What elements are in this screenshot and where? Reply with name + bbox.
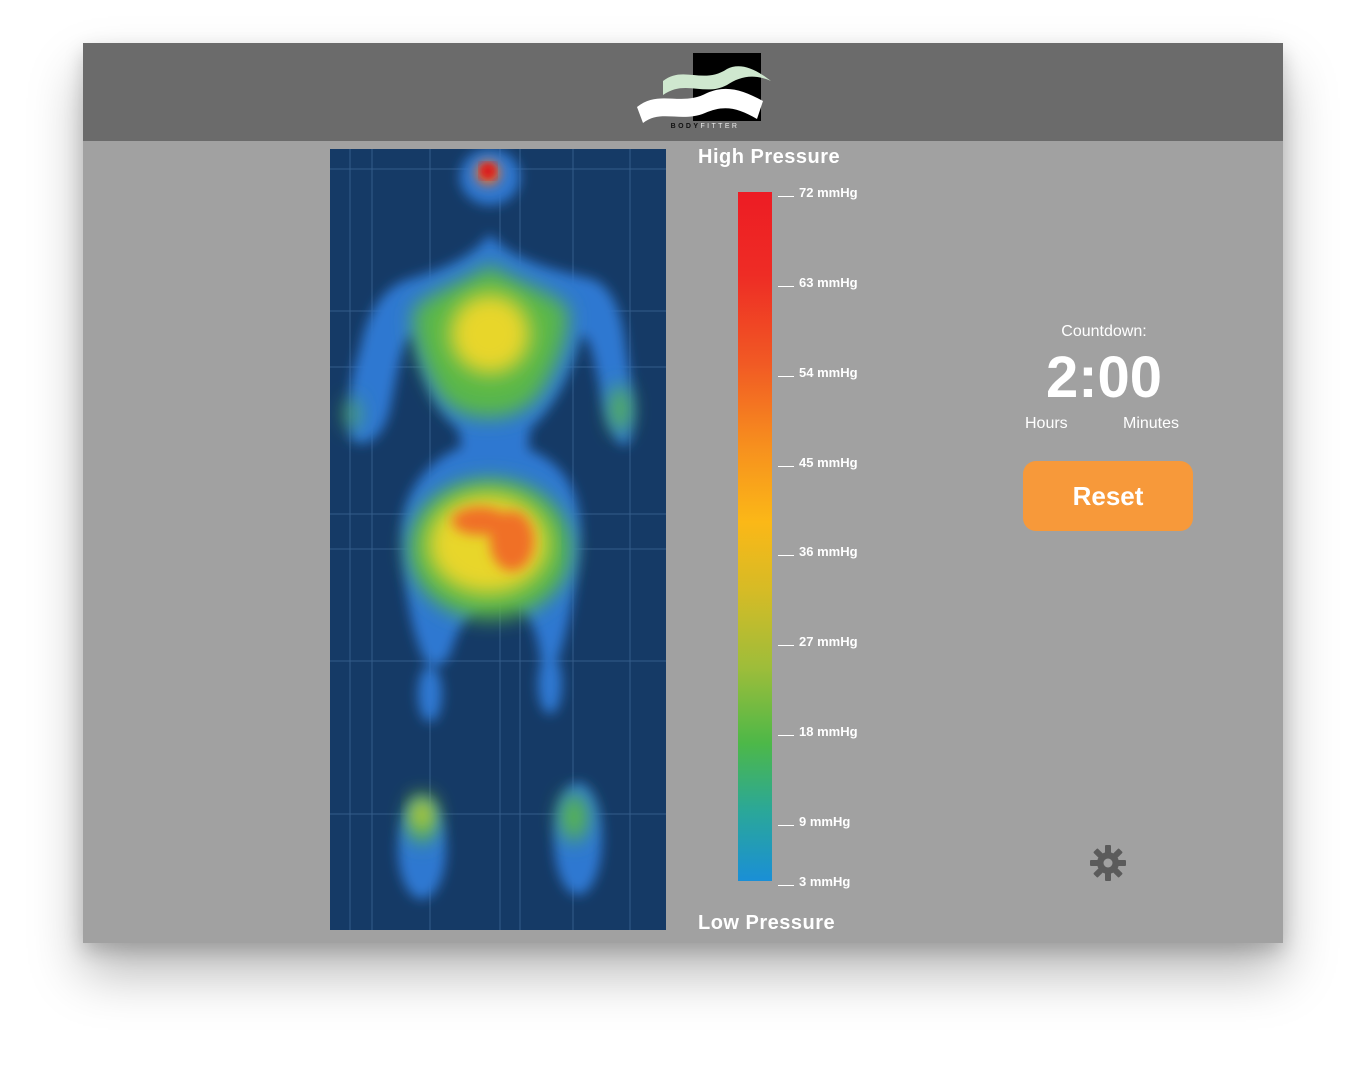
countdown-value: 2:00 (1045, 345, 1163, 410)
scale-tick-text: 18 mmHg (799, 724, 858, 739)
scale-tick-mark (778, 376, 794, 378)
scale-tick-label: 45 mmHg (778, 455, 858, 471)
hours-label: Hours (1025, 415, 1068, 432)
scale-tick-text: 3 mmHg (799, 874, 851, 889)
head-peak (480, 163, 496, 179)
reset-button[interactable]: Reset (1023, 461, 1193, 531)
gear-icon (1090, 845, 1126, 881)
logo-wordmark: BODYFITTER (635, 123, 775, 130)
logo-wordmark-light: FITTER (700, 123, 740, 130)
bodyfitter-logo: BODYFITTER (635, 51, 775, 135)
scale-tick-text: 45 mmHg (799, 455, 858, 470)
scale-tick-mark (778, 645, 794, 647)
scale-tick-mark (778, 196, 794, 198)
logo-wordmark-bold: BODY (670, 123, 701, 130)
high-pressure-label: High Pressure (698, 146, 841, 168)
pressure-color-bar (738, 192, 772, 881)
header-bar: BODYFITTER (83, 43, 1283, 141)
scale-tick-text: 72 mmHg (799, 185, 858, 200)
scale-tick-text: 63 mmHg (799, 275, 858, 290)
scale-tick-text: 36 mmHg (799, 544, 858, 559)
scale-tick-text: 27 mmHg (799, 634, 858, 649)
scale-tick-mark (778, 825, 794, 827)
scale-tick-label: 54 mmHg (778, 365, 858, 381)
scale-tick-text: 54 mmHg (799, 365, 858, 380)
settings-button[interactable] (1088, 843, 1128, 883)
scale-tick-mark (778, 885, 794, 887)
scale-tick-text: 9 mmHg (799, 814, 851, 829)
scale-tick-label: 9 mmHg (778, 814, 850, 830)
scale-tick-label: 3 mmHg (778, 874, 850, 890)
app-window: BODYFITTER High Pressure 72 mmHg 63 mmHg… (83, 43, 1283, 943)
scale-tick-label: 72 mmHg (778, 185, 858, 201)
pressure-map (330, 149, 666, 930)
scale-tick-mark (778, 466, 794, 468)
scale-tick-mark (778, 286, 794, 288)
scale-tick-label: 36 mmHg (778, 544, 858, 560)
scale-tick-label: 27 mmHg (778, 634, 858, 650)
scale-tick-label: 63 mmHg (778, 275, 858, 291)
countdown-label: Countdown: (1061, 323, 1147, 340)
scale-tick-mark (778, 735, 794, 737)
scale-tick-mark (778, 555, 794, 557)
low-pressure-label: Low Pressure (698, 912, 836, 934)
scale-tick-label: 18 mmHg (778, 724, 858, 740)
minutes-label: Minutes (1123, 415, 1180, 432)
